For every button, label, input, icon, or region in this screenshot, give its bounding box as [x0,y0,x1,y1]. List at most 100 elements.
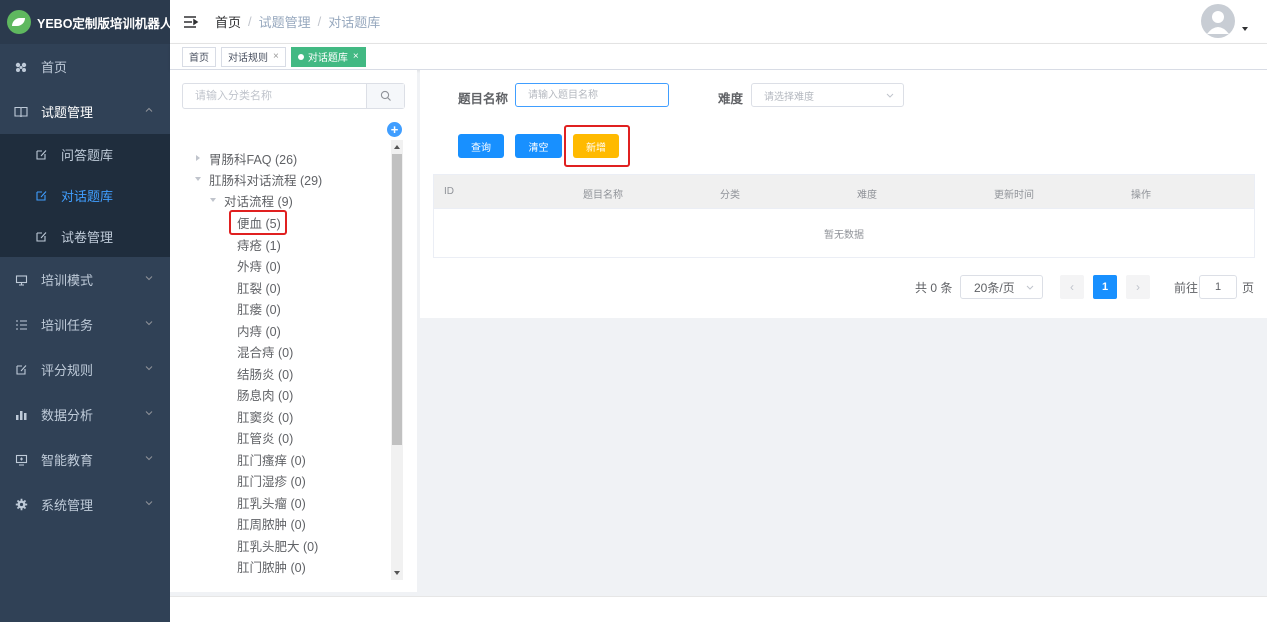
tree-node[interactable]: 肛裂 (0) [237,277,281,297]
tag-label: 对话规则 [228,53,268,64]
tree-node-label: 痔疮 (1) [237,238,281,253]
add-category-button[interactable]: + [387,122,402,137]
question-name-input[interactable] [516,84,668,106]
breadcrumb: 首页 / 试题管理 / 对话题库 [215,12,380,31]
tree-scrollbar[interactable] [391,140,403,580]
tree-node[interactable]: 痔疮 (1) [237,234,281,254]
sidebar-item-label: 培训模式 [41,273,94,288]
breadcrumb-separator: / [317,14,322,29]
dashboard-icon [14,60,28,74]
tree-node-label: 对话流程 (9) [224,194,293,209]
scrollbar-thumb[interactable] [392,154,402,445]
footer [170,596,1267,622]
app-logo[interactable]: YEBO定制版培训机器人 [0,0,173,44]
query-button[interactable]: 查询 [458,134,504,158]
caret-down-icon[interactable] [209,196,217,204]
tree-node[interactable]: 肛肠科对话流程 (29) [194,169,322,189]
tree-node[interactable]: 外痔 (0) [237,255,281,275]
difficulty-select[interactable]: 请选择难度 [751,83,904,107]
tree-node[interactable]: 内痔 (0) [237,320,281,340]
sidebar-item-data-analysis[interactable]: 数据分析 [0,392,170,437]
sidebar-item-dialog-bank[interactable]: 对话题库 [0,175,170,216]
sidebar-item-question-management[interactable]: 试题管理 [0,89,170,134]
category-search [182,83,405,109]
chevron-down-icon [145,411,153,416]
sidebar-item-label: 问答题库 [61,148,114,163]
tree-node[interactable]: 肛周脓肿 (0) [237,513,306,533]
sidebar-item-label: 首页 [41,60,68,75]
prev-page-button[interactable]: ‹ [1060,275,1084,299]
tree-node[interactable]: 肠息肉 (0) [237,384,293,404]
sidebar-item-label: 对话题库 [61,189,114,204]
difficulty-select-placeholder: 请选择难度 [764,91,814,103]
close-icon[interactable]: × [273,51,279,62]
sidebar-item-qa-bank[interactable]: 问答题库 [0,134,170,175]
sidebar-item-training-task[interactable]: 培训任务 [0,302,170,347]
chevron-down-icon [145,456,153,461]
tags-view: 首页 对话规则 × 对话题库 × [170,44,1267,70]
name-filter [515,83,669,107]
tree-node-label: 肛门湿疹 (0) [237,474,306,489]
chevron-down-icon [1026,285,1034,290]
tree-node[interactable]: 肛瘘 (0) [237,298,281,318]
sidebar-item-home[interactable]: 首页 [0,44,170,89]
sidebar-item-label: 评分规则 [41,363,94,378]
scroll-up-icon[interactable] [394,145,400,149]
sidebar-item-scoring-rules[interactable]: 评分规则 [0,347,170,392]
edit-icon [34,189,48,203]
hamburger-icon[interactable] [183,15,199,29]
tag-home[interactable]: 首页 [182,46,216,67]
scroll-down-icon[interactable] [394,571,400,575]
caret-down-icon[interactable] [194,175,202,183]
sidebar-item-label: 智能教育 [41,453,94,468]
page-size-select[interactable]: 20条/页 [960,275,1043,299]
monitor-icon [14,273,28,287]
sidebar-item-label: 培训任务 [41,318,94,333]
tree-node[interactable]: 结肠炎 (0) [237,363,293,383]
sidebar-item-label: 试卷管理 [61,230,114,245]
sidebar-item-training-mode[interactable]: 培训模式 [0,257,170,302]
app-title: YEBO定制版培训机器人 [37,16,173,31]
tag-dialog-bank[interactable]: 对话题库 × [290,46,366,67]
goto-suffix: 页 [1242,280,1255,295]
tree-node[interactable]: 肛管炎 (0) [237,427,293,447]
tree-node[interactable]: 肛门脓肿 (0) [237,556,306,576]
tree-node[interactable]: 肛乳头肥大 (0) [237,535,318,555]
caret-down-icon[interactable] [1242,27,1248,31]
breadcrumb-current: 对话题库 [328,15,381,30]
current-page[interactable]: 1 [1093,275,1117,299]
tree-node[interactable]: 肛乳头瘤 (0) [237,492,306,512]
user-avatar[interactable] [1201,4,1235,38]
next-page-button[interactable]: › [1126,275,1150,299]
category-search-input[interactable] [183,84,366,108]
user-icon [1207,11,1229,34]
breadcrumb-home[interactable]: 首页 [215,12,241,31]
tree-node[interactable]: 肛窦炎 (0) [237,406,293,426]
tree-node-label: 内痔 (0) [237,324,281,339]
table-header: ID 题目名称 分类 难度 更新时间 操作 [434,175,1254,208]
category-search-button[interactable] [366,84,404,108]
breadcrumb-question-management[interactable]: 试题管理 [259,12,311,31]
highlight-box [229,210,287,235]
table-empty-text: 暂无数据 [434,208,1254,257]
tree-node[interactable]: 混合痔 (0) [237,341,293,361]
pagination-total: 共 0 条 [915,280,953,295]
tree-node-label: 肛瘘 (0) [237,302,281,317]
sidebar-item-smart-education[interactable]: 智能教育 [0,437,170,482]
tree-node-label: 肛周脓肿 (0) [237,517,306,532]
goto-page-input[interactable]: 1 [1199,275,1237,299]
tree-node-label: 肛管炎 (0) [237,431,294,446]
tree-node[interactable]: 胃肠科FAQ (26) [194,148,297,168]
column-header-actions: 操作 [1131,190,1151,201]
tree-node[interactable]: 对话流程 (9) [209,190,293,210]
clear-button[interactable]: 清空 [515,134,562,158]
sidebar-item-exam-paper[interactable]: 试卷管理 [0,216,170,257]
sidebar-item-system-management[interactable]: 系统管理 [0,482,170,527]
tree-node[interactable]: 肛门瘙痒 (0) [237,449,306,469]
close-icon[interactable]: × [353,51,359,62]
caret-right-icon[interactable] [194,154,202,162]
tag-dialog-rules[interactable]: 对话规则 × [221,46,286,67]
edit-icon [14,363,28,377]
tree-node[interactable]: 肛门湿疹 (0) [237,470,306,490]
tree-node-label: 结肠炎 (0) [237,367,294,382]
